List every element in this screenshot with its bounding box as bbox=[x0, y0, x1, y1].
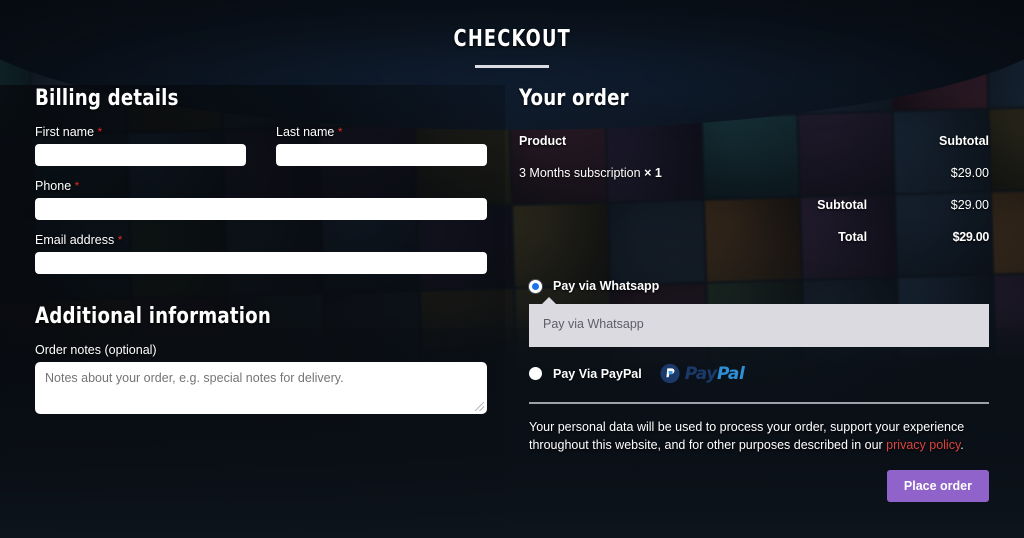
payment-method-description-wrapper: Pay via Whatsapp bbox=[529, 297, 989, 347]
order-notes-textarea[interactable] bbox=[35, 362, 487, 414]
payment-method-paypal-label: Pay Via PayPal bbox=[553, 366, 642, 381]
table-row: 3 Months subscription × 1 $29.00 bbox=[519, 157, 989, 189]
additional-information-heading: Additional information bbox=[35, 304, 272, 329]
column-header-product: Product bbox=[519, 134, 567, 148]
order-item-name-cell: 3 Months subscription × 1 bbox=[519, 157, 867, 189]
payment-method-whatsapp-label: Pay via Whatsapp bbox=[553, 279, 660, 293]
first-name-field-group: First name * bbox=[35, 125, 246, 166]
total-label: Total bbox=[838, 230, 868, 244]
payment-methods: Pay via Whatsapp Pay via Whatsapp Pay Vi… bbox=[519, 279, 989, 503]
name-row: First name * Last name * bbox=[35, 125, 487, 166]
privacy-policy-link[interactable]: privacy policy bbox=[886, 438, 960, 452]
billing-column: Billing details First name * Last name * bbox=[0, 86, 505, 502]
email-label-text: Email address bbox=[35, 233, 115, 247]
subtotal-amount: $29.00 bbox=[950, 198, 989, 212]
subtotal-label: Subtotal bbox=[817, 198, 868, 212]
phone-field-group: Phone * bbox=[35, 179, 487, 220]
section-divider bbox=[529, 402, 989, 404]
order-column: Your order Product Subtotal 3 Months sub… bbox=[505, 86, 1024, 503]
order-table-header-row: Product Subtotal bbox=[519, 125, 989, 157]
last-name-label-text: Last name bbox=[276, 125, 335, 139]
page-title: CHECKOUT bbox=[453, 26, 571, 52]
billing-heading: Billing details bbox=[35, 86, 179, 111]
phone-label: Phone * bbox=[35, 179, 487, 193]
last-name-label: Last name * bbox=[276, 125, 487, 139]
tooltip-pointer-icon bbox=[541, 297, 557, 305]
total-amount: $29.00 bbox=[952, 230, 990, 244]
required-marker: * bbox=[117, 233, 123, 247]
order-notes-wrapper bbox=[35, 362, 487, 414]
paypal-wordmark-first: Pay bbox=[684, 363, 718, 384]
first-name-input[interactable] bbox=[35, 144, 246, 166]
place-order-button[interactable]: Place order bbox=[886, 470, 989, 503]
first-name-label: First name * bbox=[35, 125, 246, 139]
order-item-name: 3 Months subscription bbox=[519, 166, 641, 180]
total-row: Total $29.00 bbox=[519, 221, 989, 253]
order-heading: Your order bbox=[519, 86, 629, 111]
first-name-label-text: First name bbox=[35, 125, 95, 139]
phone-input[interactable] bbox=[35, 198, 487, 220]
required-marker: * bbox=[337, 125, 343, 139]
required-marker: * bbox=[74, 179, 80, 193]
order-summary-table: Product Subtotal 3 Months subscription ×… bbox=[519, 125, 989, 253]
radio-selected-icon[interactable] bbox=[529, 279, 542, 293]
order-item-quantity: × 1 bbox=[644, 166, 662, 180]
payment-method-whatsapp[interactable]: Pay via Whatsapp bbox=[519, 279, 989, 293]
paypal-wordmark-second: Pal bbox=[716, 363, 745, 384]
last-name-field-group: Last name * bbox=[276, 125, 487, 166]
order-item-amount: $29.00 bbox=[950, 166, 989, 180]
paypal-wordmark: PayPal bbox=[685, 364, 745, 384]
place-order-wrapper: Place order bbox=[519, 470, 989, 503]
order-notes-label: Order notes (optional) bbox=[35, 343, 157, 357]
subtotal-row: Subtotal $29.00 bbox=[519, 189, 989, 221]
phone-label-text: Phone bbox=[35, 179, 72, 193]
page-content: CHECKOUT Billing details First name * La… bbox=[0, 0, 1024, 538]
paypal-logo-icon: PayPal bbox=[660, 363, 745, 384]
email-label: Email address * bbox=[35, 233, 487, 247]
payment-method-description: Pay via Whatsapp bbox=[529, 304, 989, 347]
required-marker: * bbox=[97, 125, 103, 139]
additional-information-section: Additional information Order notes (opti… bbox=[35, 304, 487, 414]
order-table-body: 3 Months subscription × 1 $29.00 Subtota… bbox=[519, 157, 989, 253]
radio-unselected-icon[interactable] bbox=[529, 367, 542, 380]
last-name-input[interactable] bbox=[276, 144, 487, 166]
email-field-group: Email address * bbox=[35, 233, 487, 274]
page-header: CHECKOUT bbox=[0, 0, 1024, 68]
privacy-notice-period: . bbox=[960, 438, 964, 453]
paypal-monogram-icon bbox=[660, 363, 680, 384]
privacy-notice: Your personal data will be used to proce… bbox=[529, 418, 989, 454]
checkout-columns: Billing details First name * Last name * bbox=[0, 68, 1024, 503]
email-input[interactable] bbox=[35, 252, 487, 274]
order-table-head: Product Subtotal bbox=[519, 125, 989, 157]
column-header-subtotal: Subtotal bbox=[939, 134, 989, 148]
payment-method-paypal[interactable]: Pay Via PayPal PayPal bbox=[519, 363, 989, 384]
checkout-page: CHECKOUT Billing details First name * La… bbox=[0, 0, 1024, 538]
